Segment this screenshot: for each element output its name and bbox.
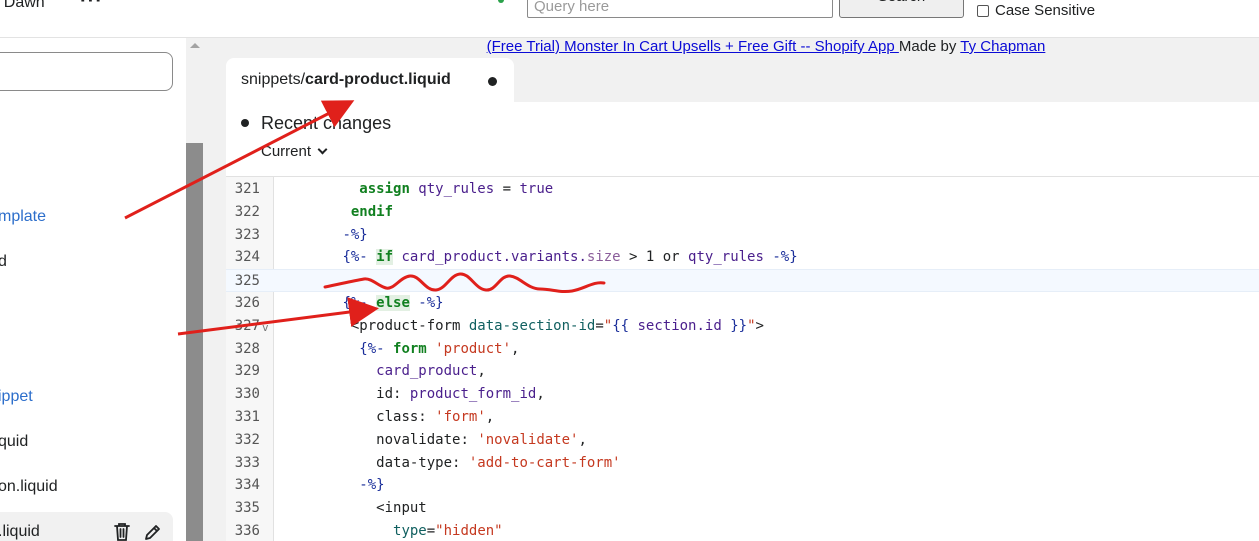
sidebar-item-selected-label: .liquid — [0, 523, 40, 540]
file-sidebar: mplate d ippet quid on.liquid .liquid — [0, 38, 186, 541]
selected-item-actions — [113, 522, 161, 541]
line-number: 327 — [234, 317, 260, 334]
code-text: {%- if card_product.variants.size > 1 or… — [342, 249, 798, 266]
top-bar: r Dawn ··· Search Case Sensitive — [0, 0, 1259, 38]
promo-app-link[interactable]: (Free Trial) Monster In Cart Upsells + F… — [487, 38, 899, 55]
unsaved-indicator[interactable] — [488, 77, 497, 86]
trash-icon[interactable] — [113, 522, 131, 541]
code-line[interactable]: 334 -%} — [226, 474, 1259, 497]
code-line[interactable]: 327 v <product-form data-section-id="{{ s… — [226, 315, 1259, 338]
line-number: 328 — [234, 340, 260, 357]
code-text: card_product, — [376, 363, 486, 380]
tab-card-product[interactable]: snippets/card-product.liquid — [226, 58, 514, 103]
code-line[interactable]: 325 — [226, 269, 1259, 292]
sidebar-item-file[interactable]: on.liquid — [0, 478, 58, 496]
author-link[interactable]: Ty Chapman — [960, 38, 1045, 55]
code-text: {%- else -%} — [342, 295, 444, 311]
line-number: 331 — [234, 409, 260, 425]
code-text: data-type: 'add-to-cart-form' — [376, 454, 621, 471]
line-number: 330 — [234, 386, 260, 403]
sidebar-item-file[interactable]: quid — [0, 433, 28, 451]
code-text: type="hidden" — [393, 523, 503, 539]
fold-toggle-icon[interactable]: v — [262, 317, 269, 340]
tab-label: snippets/card-product.liquid — [241, 71, 451, 89]
code-line[interactable]: 326 {%- else -%} — [226, 292, 1259, 315]
line-number: 333 — [234, 454, 260, 471]
line-number: 336 — [234, 523, 260, 539]
code-line[interactable]: 329 card_product, — [226, 360, 1259, 383]
promo-banner: (Free Trial) Monster In Cart Upsells + F… — [203, 38, 1259, 55]
line-number: 321 — [234, 181, 260, 197]
code-text: -%} — [359, 477, 385, 494]
theme-name: r Dawn — [0, 0, 45, 11]
line-number: 332 — [234, 431, 260, 448]
code-line[interactable]: 324 {%- if card_product.variants.size > … — [226, 246, 1259, 269]
search-button[interactable]: Search — [839, 0, 964, 18]
code-line[interactable]: 330 id: product_form_id, — [226, 383, 1259, 406]
code-editor: snippets/card-product.liquid Recent chan… — [226, 58, 1259, 541]
code-text: endif — [350, 203, 394, 220]
sidebar-item-file[interactable]: d — [0, 253, 7, 271]
sidebar-scrollbar-thumb[interactable] — [186, 143, 203, 541]
code-line[interactable]: 335 <input — [226, 497, 1259, 520]
code-line[interactable]: 321 assign qty_rules = true — [226, 178, 1259, 201]
code-text: id: product_form_id, — [376, 386, 545, 403]
line-number: 329 — [234, 363, 260, 380]
code-text: novalidate: 'novalidate', — [376, 431, 587, 448]
tab-file: card-product.liquid — [305, 71, 451, 88]
tab-dir: snippets/ — [241, 71, 306, 88]
made-by-text: Made by — [898, 38, 961, 55]
code-line[interactable]: 323 -%} — [226, 224, 1259, 247]
sidebar-item-add-template[interactable]: mplate — [0, 208, 46, 226]
recent-changes-title: Recent changes — [261, 113, 392, 133]
code-line[interactable]: 333 data-type: 'add-to-cart-form' — [226, 452, 1259, 475]
status-indicator — [498, 0, 504, 3]
chevron-down-icon — [317, 144, 328, 155]
pencil-icon[interactable] — [143, 522, 161, 541]
line-number: 335 — [234, 500, 260, 517]
code-line[interactable]: 331 class: 'form', — [226, 406, 1259, 429]
search-input[interactable] — [527, 0, 833, 18]
code-text: assign qty_rules = true — [359, 181, 554, 197]
code-text: -%} — [342, 226, 368, 243]
file-search-input[interactable] — [0, 52, 173, 91]
case-sensitive-option[interactable]: Case Sensitive — [977, 2, 1095, 19]
code-line[interactable]: 336 type="hidden" — [226, 520, 1259, 541]
code-text: <product-form data-section-id="{{ sectio… — [350, 317, 764, 334]
line-number: 323 — [234, 226, 260, 243]
theme-code-editor-screen: r Dawn ··· Search Case Sensitive mplate … — [0, 0, 1259, 541]
search-button-label: Search — [840, 0, 963, 8]
line-number: 325 — [234, 273, 260, 290]
code-text: class: 'form', — [376, 409, 495, 425]
code-area[interactable]: 321 assign qty_rules = true 322 endif 323 … — [226, 176, 1259, 541]
code-text: <input — [376, 500, 427, 517]
code-line[interactable]: 332 novalidate: 'novalidate', — [226, 429, 1259, 452]
code-line[interactable]: 328 {%- form 'product', — [226, 338, 1259, 361]
case-sensitive-label: Case Sensitive — [995, 2, 1096, 19]
version-select[interactable]: Current — [261, 143, 328, 160]
line-number: 334 — [234, 477, 260, 494]
sidebar-item-add-snippet[interactable]: ippet — [0, 388, 33, 406]
more-horizontal-icon[interactable]: ··· — [80, 0, 103, 13]
line-number: 326 — [234, 295, 260, 311]
line-number: 324 — [234, 249, 260, 266]
recent-changes-dot — [241, 119, 249, 127]
case-sensitive-checkbox[interactable] — [977, 4, 989, 17]
code-line[interactable]: 322 endif — [226, 201, 1259, 224]
code-text: {%- form 'product', — [359, 340, 520, 357]
version-label: Current — [261, 143, 312, 160]
scroll-up-icon[interactable] — [190, 43, 200, 48]
line-number: 322 — [234, 203, 260, 220]
